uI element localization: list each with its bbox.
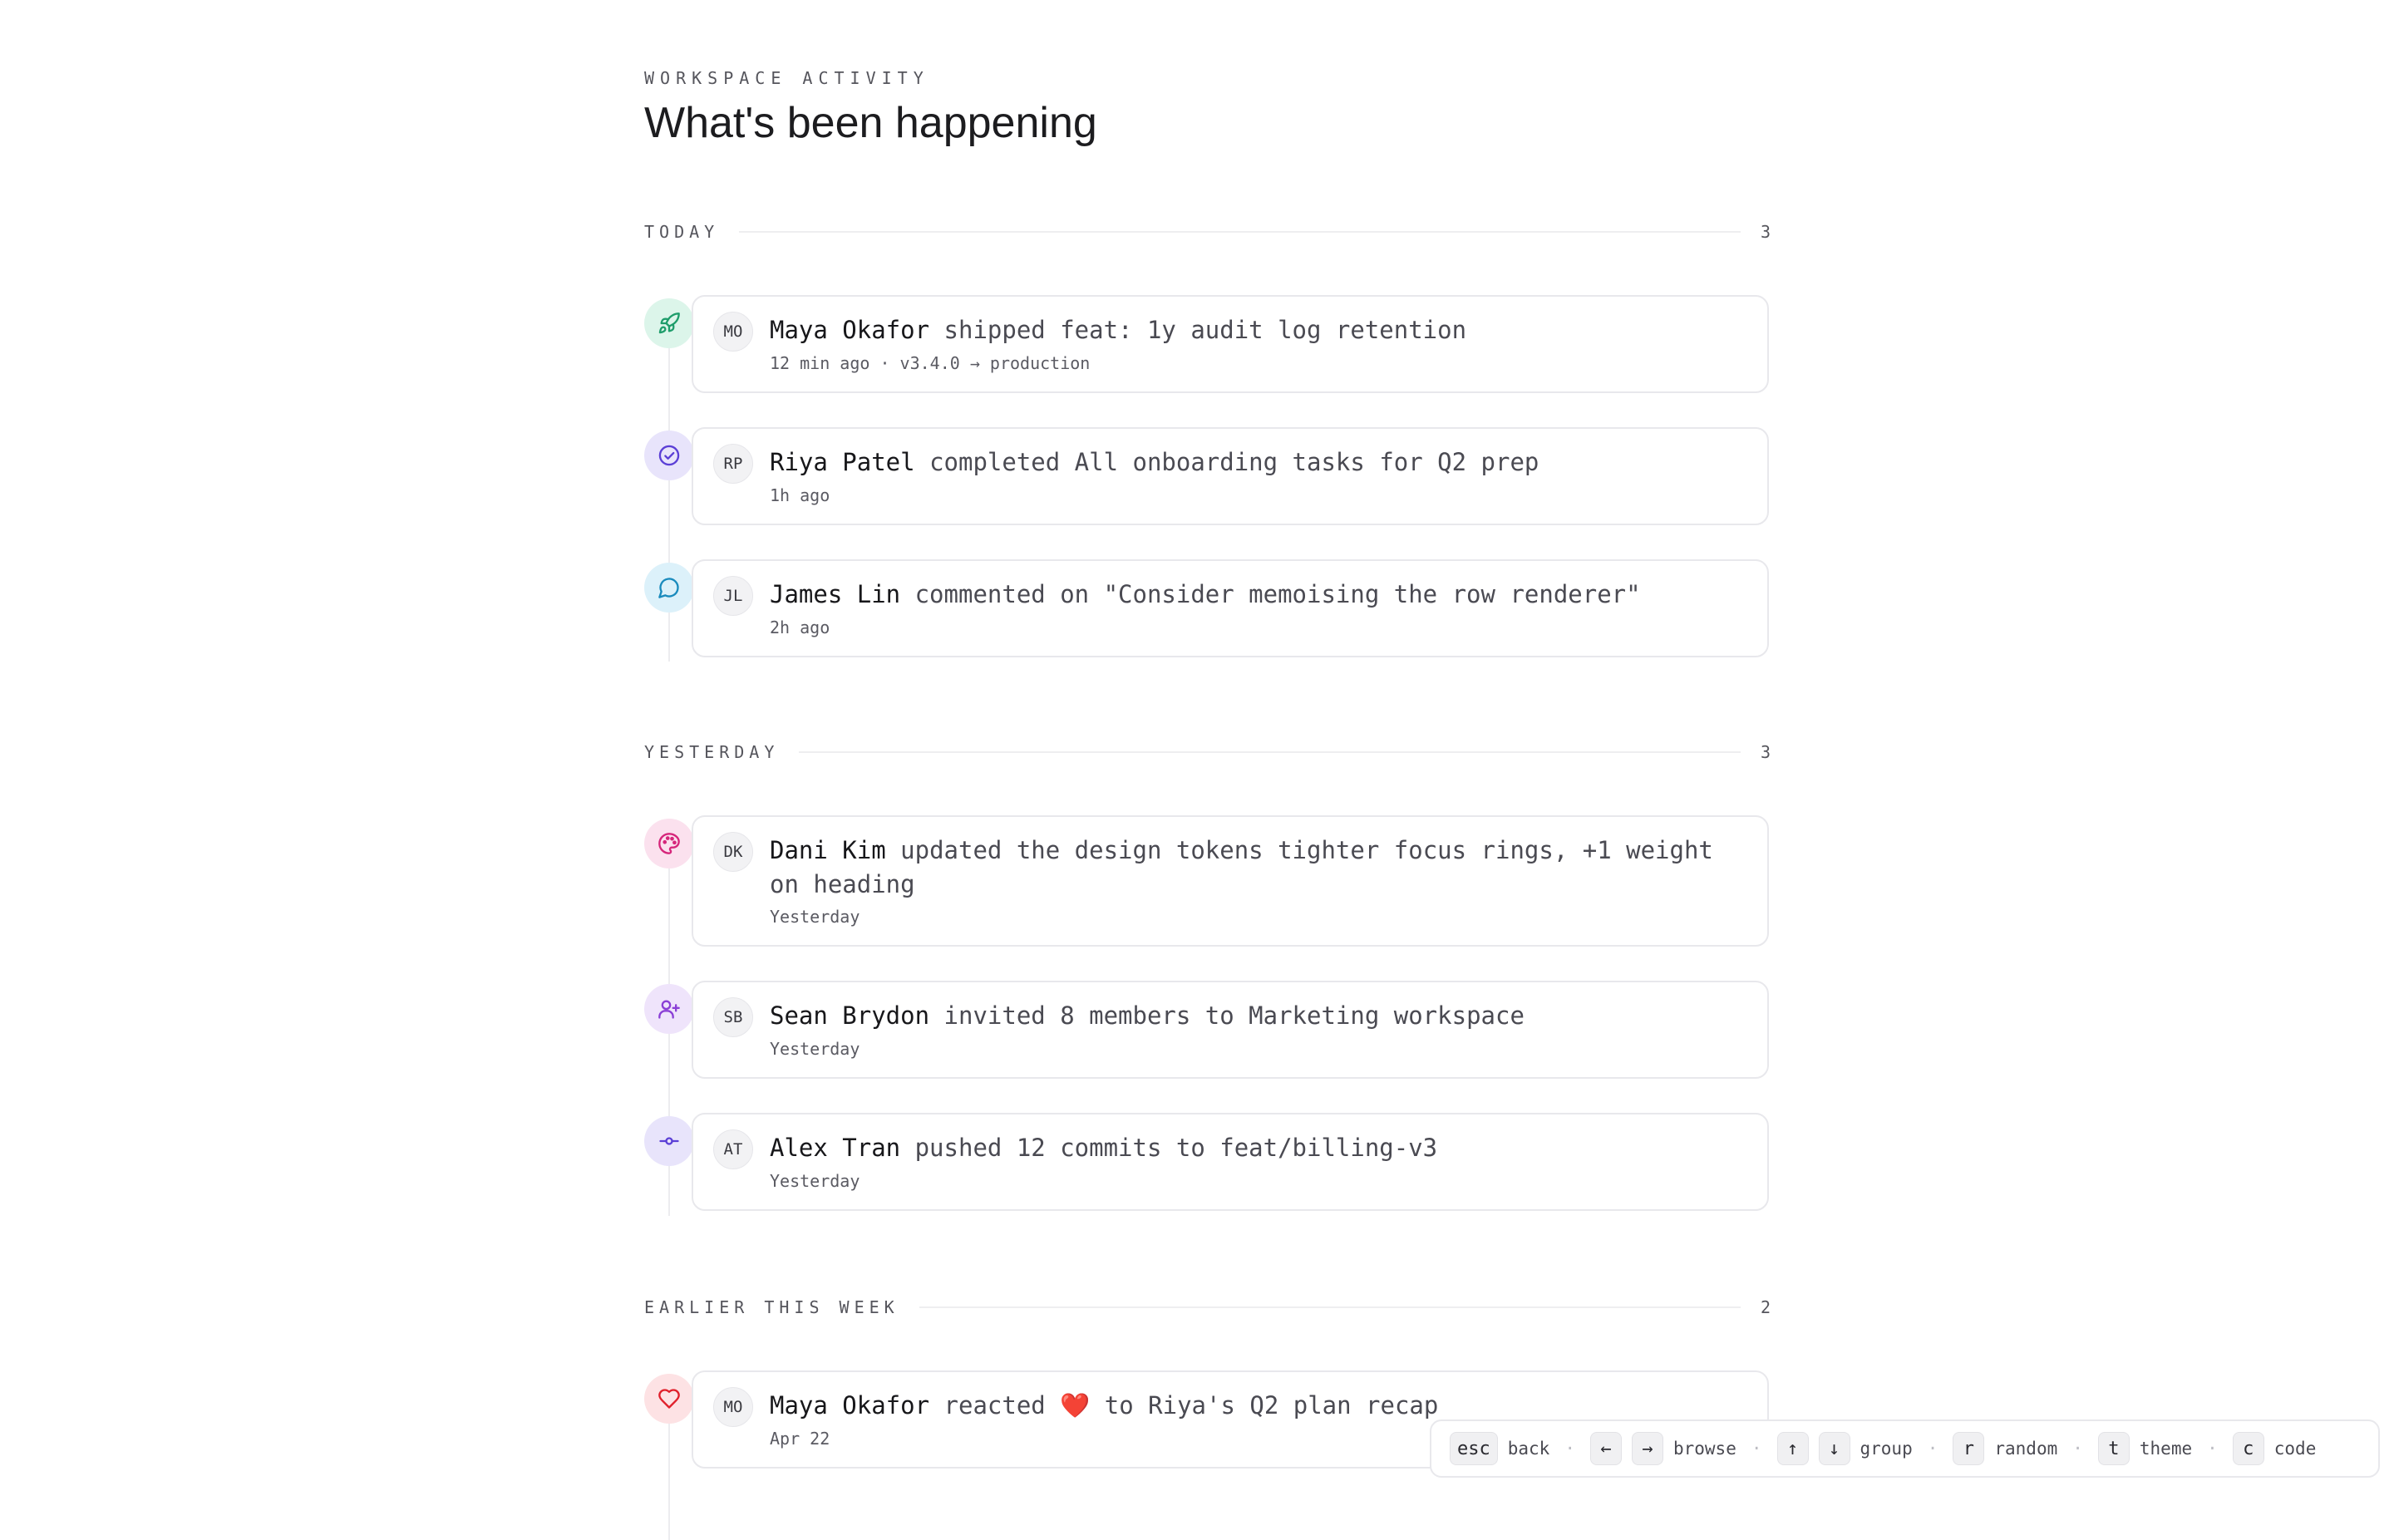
actor-name[interactable]: James Lin xyxy=(770,580,900,608)
activity-meta: Yesterday xyxy=(770,907,860,927)
activity-action: reacted xyxy=(929,1391,1061,1419)
page-eyebrow: WORKSPACE ACTIVITY xyxy=(644,68,929,88)
section-header: TODAY 3 xyxy=(644,219,1771,244)
section-label: TODAY xyxy=(644,222,720,242)
section-label: YESTERDAY xyxy=(644,742,780,762)
c-key[interactable]: c xyxy=(2232,1432,2264,1465)
arrow-up-key[interactable]: ↑ xyxy=(1776,1432,1809,1465)
activity-card[interactable]: SB Sean Brydon invited 8 members to Mark… xyxy=(692,981,1769,1079)
activity-meta: 1h ago xyxy=(770,485,830,505)
activity-card[interactable]: RP Riya Patel completed All onboarding t… xyxy=(692,427,1769,525)
section-count: 2 xyxy=(1760,1297,1771,1317)
actor-name[interactable]: Sean Brydon xyxy=(770,1001,929,1030)
commit-icon xyxy=(644,1116,694,1166)
activity-meta: 12 min ago · v3.4.0 → production xyxy=(770,353,1091,373)
heart-icon xyxy=(644,1374,694,1424)
esc-key[interactable]: esc xyxy=(1450,1432,1498,1465)
actor-name[interactable]: Maya Okafor xyxy=(770,1391,929,1419)
activity-card[interactable]: AT Alex Tran pushed 12 commits to feat/b… xyxy=(692,1113,1769,1211)
shortcut-label-code: code xyxy=(2273,1439,2317,1459)
t-key[interactable]: t xyxy=(2097,1432,2130,1465)
activity-text: Alex Tran pushed 12 commits to feat/bill… xyxy=(770,1131,1734,1165)
activity-text: Riya Patel completed All onboarding task… xyxy=(770,445,1734,480)
user-plus-icon xyxy=(644,984,694,1034)
shortcut-label-random: random xyxy=(1994,1439,2058,1459)
activity-meta: Apr 22 xyxy=(770,1429,830,1449)
actor-name[interactable]: Dani Kim xyxy=(770,836,886,864)
heart-emoji-icon: ❤️ xyxy=(1060,1391,1091,1419)
activity-text: Sean Brydon invited 8 members to Marketi… xyxy=(770,999,1734,1033)
activity-action: updated the design tokens tighter focus … xyxy=(770,836,1713,898)
rocket-icon xyxy=(644,298,694,348)
check-circle-icon xyxy=(644,431,694,480)
activity-card[interactable]: MO Maya Okafor shipped feat: 1y audit lo… xyxy=(692,295,1769,393)
shortcut-label-group: group xyxy=(1860,1439,1913,1459)
separator: · xyxy=(1751,1439,1762,1459)
palette-icon xyxy=(644,819,694,868)
avatar: AT xyxy=(713,1129,753,1169)
actor-name[interactable]: Alex Tran xyxy=(770,1134,900,1162)
separator: · xyxy=(2072,1439,2083,1459)
section-count: 3 xyxy=(1760,222,1771,242)
arrow-left-key[interactable]: ← xyxy=(1589,1432,1622,1465)
separator: · xyxy=(2207,1439,2218,1459)
arrow-right-key[interactable]: → xyxy=(1631,1432,1663,1465)
shortcut-label-theme: theme xyxy=(2139,1439,2193,1459)
activity-action: invited 8 members to Marketing workspace xyxy=(929,1001,1525,1030)
section-label: EARLIER THIS WEEK xyxy=(644,1297,899,1317)
separator: · xyxy=(1564,1439,1575,1459)
activity-meta: Yesterday xyxy=(770,1039,860,1059)
shortcut-label-browse: browse xyxy=(1672,1439,1736,1459)
activity-meta: 2h ago xyxy=(770,617,830,637)
actor-name[interactable]: Riya Patel xyxy=(770,448,915,476)
avatar: SB xyxy=(713,997,753,1037)
activity-text: Dani Kim updated the design tokens tight… xyxy=(770,834,1734,902)
activity-card[interactable]: DK Dani Kim updated the design tokens ti… xyxy=(692,815,1769,947)
keyboard-shortcuts-bar: esc back · ← → browse · ↑ ↓ group · r ra… xyxy=(1430,1419,2380,1478)
separator: · xyxy=(1927,1439,1938,1459)
actor-name[interactable]: Maya Okafor xyxy=(770,316,929,344)
avatar: JL xyxy=(713,576,753,616)
comment-icon xyxy=(644,563,694,613)
activity-card[interactable]: JL James Lin commented on "Consider memo… xyxy=(692,559,1769,657)
activity-text: Maya Okafor shipped feat: 1y audit log r… xyxy=(770,313,1734,347)
activity-action: commented on "Consider memoising the row… xyxy=(900,580,1641,608)
section-header: EARLIER THIS WEEK 2 xyxy=(644,1295,1771,1320)
section-header: YESTERDAY 3 xyxy=(644,740,1771,765)
activity-action: completed All onboarding tasks for Q2 pr… xyxy=(914,448,1539,476)
activity-action: pushed 12 commits to feat/billing-v3 xyxy=(900,1134,1438,1162)
avatar: MO xyxy=(713,312,753,352)
section-divider xyxy=(919,1306,1741,1308)
activity-text: Maya Okafor reacted ❤️ to Riya's Q2 plan… xyxy=(770,1389,1734,1423)
r-key[interactable]: r xyxy=(1953,1432,1985,1465)
activity-action: shipped feat: 1y audit log retention xyxy=(929,316,1467,344)
section-divider xyxy=(799,751,1741,753)
avatar: DK xyxy=(713,832,753,872)
avatar: MO xyxy=(713,1387,753,1427)
page-title: What's been happening xyxy=(644,99,1097,147)
avatar: RP xyxy=(713,444,753,484)
shortcut-label-back: back xyxy=(1507,1439,1550,1459)
activity-meta: Yesterday xyxy=(770,1171,860,1191)
activity-text: James Lin commented on "Consider memoisi… xyxy=(770,578,1734,612)
arrow-down-key[interactable]: ↓ xyxy=(1818,1432,1850,1465)
section-count: 3 xyxy=(1760,742,1771,762)
activity-action-target: to Riya's Q2 plan recap xyxy=(1090,1391,1439,1419)
section-divider xyxy=(739,231,1741,233)
